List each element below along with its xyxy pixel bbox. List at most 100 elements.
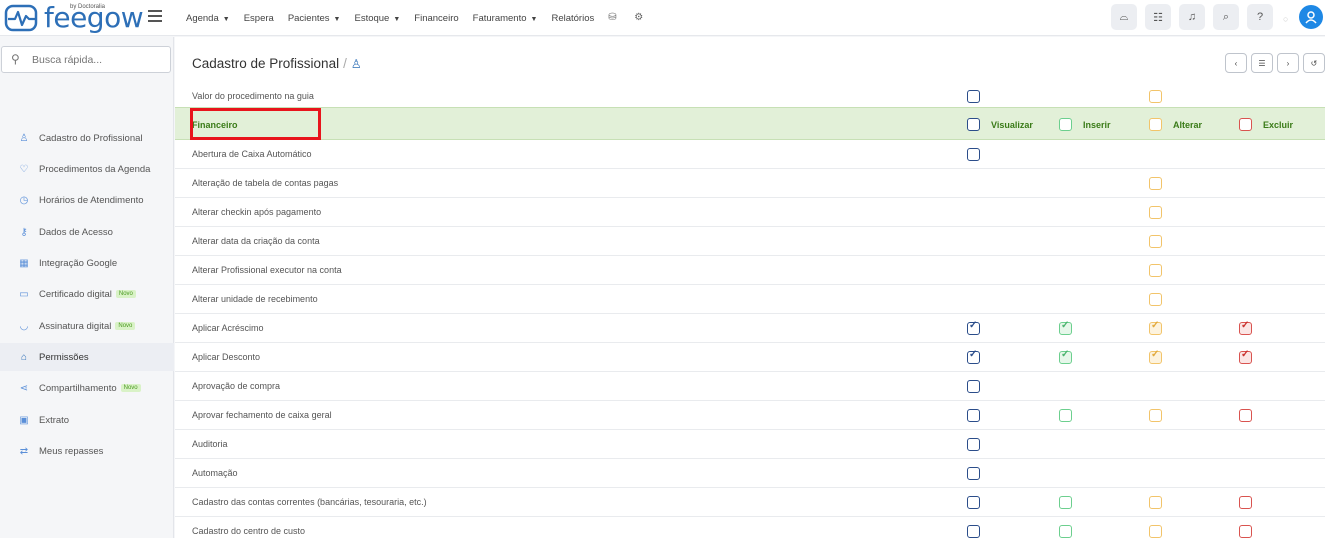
visualizar-checkbox[interactable] [967,349,980,364]
nav-item-label: Estoque [354,12,390,24]
excluir-checkbox[interactable] [1239,409,1252,422]
gear-icon[interactable]: ⚙ [634,12,646,24]
sidebar-item-label: Permissões [39,351,89,363]
help-icon[interactable]: ? [1247,4,1273,30]
nav-item-espera[interactable]: Espera [244,13,274,24]
nav-item-faturamento[interactable]: Faturamento ▼ [473,13,538,24]
nav-item-estoque[interactable]: Estoque ▼ [354,13,400,24]
visualizar-checkbox[interactable] [967,90,980,103]
sidebar-item-9[interactable]: ▣ Extrato [0,406,174,434]
permission-label: Aplicar Desconto [192,352,261,362]
nav-item-label: Relatórios [551,12,595,24]
visualizar-checkbox[interactable] [967,525,980,538]
nav-item-label: Espera [243,12,274,24]
sidebar-item-label: Compartilhamento [39,382,117,394]
column-header-visualizar: Visualizar [991,120,1033,130]
sidebar-item-10[interactable]: ⇄ Meus repasses [0,437,174,465]
alterar-checkbox[interactable] [1149,525,1162,538]
select-all-visualizar-checkbox[interactable] [967,118,980,131]
history-icon[interactable]: ↺ [1303,53,1325,73]
inserir-checkbox[interactable] [1059,525,1072,538]
alterar-checkbox[interactable] [1149,177,1162,190]
visualizar-checkbox[interactable] [967,496,980,509]
divider-dot: ○ [1283,14,1289,24]
sidebar-item-label: Dados de Acesso [39,226,113,238]
permission-label: Aplicar Acréscimo [192,323,264,333]
excluir-checkbox[interactable] [1239,525,1252,538]
select-all-excluir-checkbox[interactable] [1239,118,1252,131]
alterar-checkbox[interactable] [1149,320,1162,335]
sidebar-item-6[interactable]: ◡ Assinatura digital Novo [0,312,174,340]
alterar-checkbox[interactable] [1149,206,1162,219]
visualizar-checkbox[interactable] [967,320,980,335]
inserir-checkbox[interactable] [1059,320,1072,335]
menu-toggle-icon[interactable] [148,10,162,22]
nav-item-financeiro[interactable]: Financeiro [414,13,458,24]
visualizar-checkbox[interactable] [967,438,980,451]
nav-item-label: Faturamento [472,12,527,24]
user-avatar[interactable] [1299,5,1323,29]
prev-icon[interactable]: ‹ [1225,53,1247,73]
permission-row: Aprovar fechamento de caixa geral [175,401,1325,430]
excluir-checkbox[interactable] [1239,496,1252,509]
excluir-checkbox[interactable] [1239,349,1252,364]
quick-search[interactable]: ⚲ [1,46,171,73]
sidebar-item-label: Cadastro do Profissional [39,132,143,144]
share-icon: ⋖ [19,382,29,394]
database-icon[interactable]: ⛁ [608,12,620,24]
select-all-inserir-checkbox[interactable] [1059,118,1072,131]
permission-row: Cadastro das contas correntes (bancárias… [175,488,1325,517]
alterar-checkbox[interactable] [1149,409,1162,422]
nav-item-relatorios[interactable]: Relatórios [551,13,594,24]
page-header: Cadastro de Profissional / ♙ ‹ ☰ › ↺ [175,37,1325,82]
alterar-checkbox[interactable] [1149,293,1162,306]
user-icon: ♙ [350,57,362,71]
nav-item-agenda[interactable]: Agenda ▼ [186,13,230,24]
visualizar-checkbox[interactable] [967,380,980,393]
alterar-checkbox[interactable] [1149,349,1162,364]
caret-down-icon: ▼ [222,15,230,23]
chat-icon[interactable]: ⌕ [1213,4,1239,30]
permission-row: Aprovação de compra [175,372,1325,401]
alterar-checkbox[interactable] [1149,496,1162,509]
inserir-checkbox[interactable] [1059,496,1072,509]
alterar-checkbox[interactable] [1149,90,1162,103]
breadcrumb-separator: / [343,56,347,71]
search-input[interactable] [32,51,162,69]
permission-label: Auditoria [192,439,228,449]
visualizar-checkbox[interactable] [967,148,980,161]
permission-label: Aprovação de compra [192,381,281,391]
permission-label: Valor do procedimento na guia [192,91,314,101]
inserir-checkbox[interactable] [1059,349,1072,364]
sidebar-item-5[interactable]: ▭ Certificado digital Novo [0,280,174,308]
caret-down-icon: ▼ [393,15,401,23]
inserir-checkbox[interactable] [1059,409,1072,422]
nav-item-pacientes[interactable]: Pacientes ▼ [288,13,341,24]
list-icon[interactable]: ☷ [1145,4,1171,30]
sidebar-item-label: Procedimentos da Agenda [39,163,151,175]
permission-label: Cadastro do centro de custo [192,526,306,536]
sidebar-item-3[interactable]: ⚷ Dados de Acesso [0,218,174,246]
next-icon[interactable]: › [1277,53,1299,73]
stethoscope-icon: ♡ [19,163,29,175]
sidebar-item-4[interactable]: ▦ Integração Google [0,249,174,277]
select-all-alterar-checkbox[interactable] [1149,118,1162,131]
inbox-icon[interactable]: ⌓ [1111,4,1137,30]
visualizar-checkbox[interactable] [967,409,980,422]
page-title-text: Cadastro de Profissional [192,56,340,71]
alterar-checkbox[interactable] [1149,264,1162,277]
sidebar-item-7[interactable]: ⌂ Permissões [0,343,174,371]
sidebar-item-1[interactable]: ♡ Procedimentos da Agenda [0,155,174,183]
sidebar-item-2[interactable]: ◷ Horários de Atendimento [0,186,174,214]
permission-row: Alterar data da criação da conta [175,227,1325,256]
permission-label: Alterar Profissional executor na conta [192,265,342,275]
feegow-logo[interactable]: by Doctoralia feegow [4,3,144,33]
visualizar-checkbox[interactable] [967,467,980,480]
sidebar-item-8[interactable]: ⋖ Compartilhamento Novo [0,374,174,402]
list-view-icon[interactable]: ☰ [1251,53,1273,73]
permission-label: Alterar unidade de recebimento [192,294,318,304]
excluir-checkbox[interactable] [1239,320,1252,335]
sidebar-item-0[interactable]: ♙ Cadastro do Profissional [0,124,174,152]
alterar-checkbox[interactable] [1149,235,1162,248]
bell-icon[interactable]: ♫ [1179,4,1205,30]
